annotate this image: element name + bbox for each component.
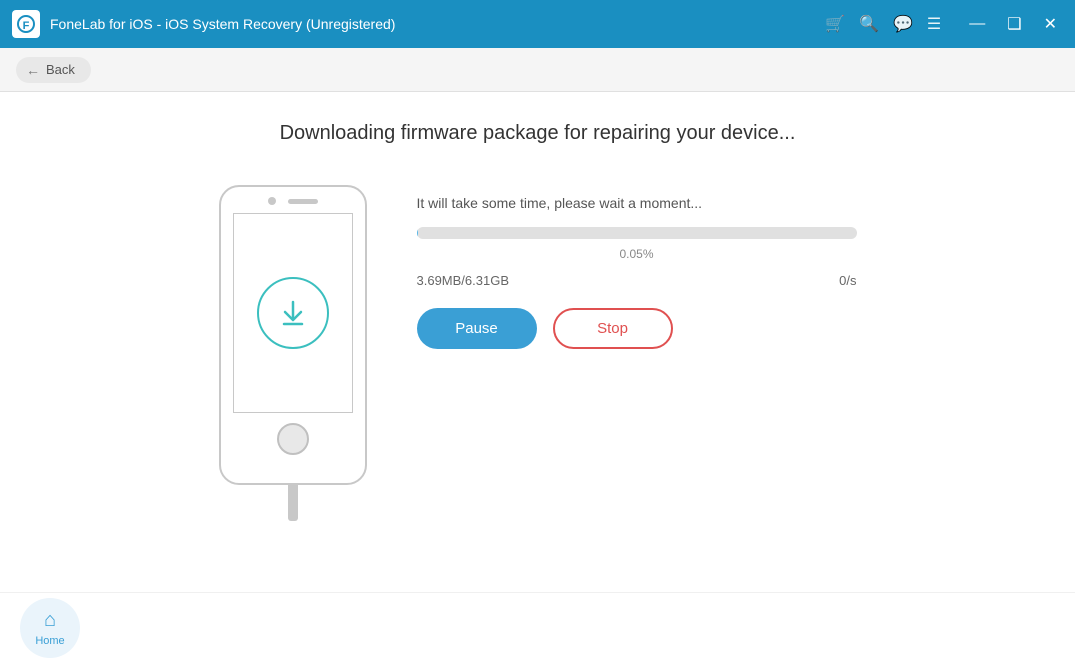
app-icon: F — [12, 10, 40, 38]
phone-screen — [233, 213, 353, 413]
back-arrow-icon: ← — [26, 62, 40, 78]
chat-icon[interactable]: 💬 — [893, 14, 913, 34]
action-buttons: Pause Stop — [417, 308, 857, 349]
app-title: FoneLab for iOS - iOS System Recovery (U… — [50, 16, 395, 32]
svg-text:F: F — [23, 20, 30, 32]
window-controls: — ❑ ✕ — [963, 12, 1063, 36]
phone-home-button — [277, 423, 309, 455]
page-title: Downloading firmware package for repairi… — [280, 122, 796, 145]
home-icon: ⌂ — [44, 609, 56, 632]
progress-label: 0.05% — [417, 247, 857, 261]
bottom-bar: ⌂ Home — [0, 592, 1075, 662]
phone-camera — [268, 197, 276, 205]
wait-text: It will take some time, please wait a mo… — [417, 195, 857, 211]
cart-icon[interactable]: 🛒 — [825, 14, 845, 34]
maximize-button[interactable]: ❑ — [1001, 12, 1027, 36]
main-content: Downloading firmware package for repairi… — [0, 92, 1075, 592]
downloaded-size: 3.69MB/6.31GB — [417, 273, 510, 288]
title-bar-left: F FoneLab for iOS - iOS System Recovery … — [12, 10, 395, 38]
back-button[interactable]: ← Back — [16, 57, 91, 83]
home-label: Home — [35, 635, 64, 647]
download-icon — [257, 277, 329, 349]
stop-button[interactable]: Stop — [553, 308, 673, 349]
menu-icon[interactable]: ☰ — [927, 14, 941, 34]
progress-bar-container — [417, 227, 857, 239]
content-area: It will take some time, please wait a mo… — [219, 185, 857, 521]
title-bar-right: 🛒 🔍 💬 ☰ — ❑ ✕ — [825, 12, 1063, 36]
download-info: It will take some time, please wait a mo… — [417, 185, 857, 349]
home-nav-button[interactable]: ⌂ Home — [20, 598, 80, 658]
phone-speaker — [288, 199, 318, 204]
title-bar: F FoneLab for iOS - iOS System Recovery … — [0, 0, 1075, 48]
progress-stats: 3.69MB/6.31GB 0/s — [417, 273, 857, 288]
nav-bar: ← Back — [0, 48, 1075, 92]
close-button[interactable]: ✕ — [1038, 12, 1063, 36]
phone-body — [219, 185, 367, 485]
phone-illustration — [219, 185, 367, 521]
minimize-button[interactable]: — — [963, 13, 991, 35]
pause-button[interactable]: Pause — [417, 308, 537, 349]
back-label: Back — [46, 62, 75, 77]
phone-cable — [288, 485, 298, 521]
search-icon[interactable]: 🔍 — [859, 14, 879, 34]
download-speed: 0/s — [839, 273, 856, 288]
phone-top-bar — [221, 187, 365, 205]
